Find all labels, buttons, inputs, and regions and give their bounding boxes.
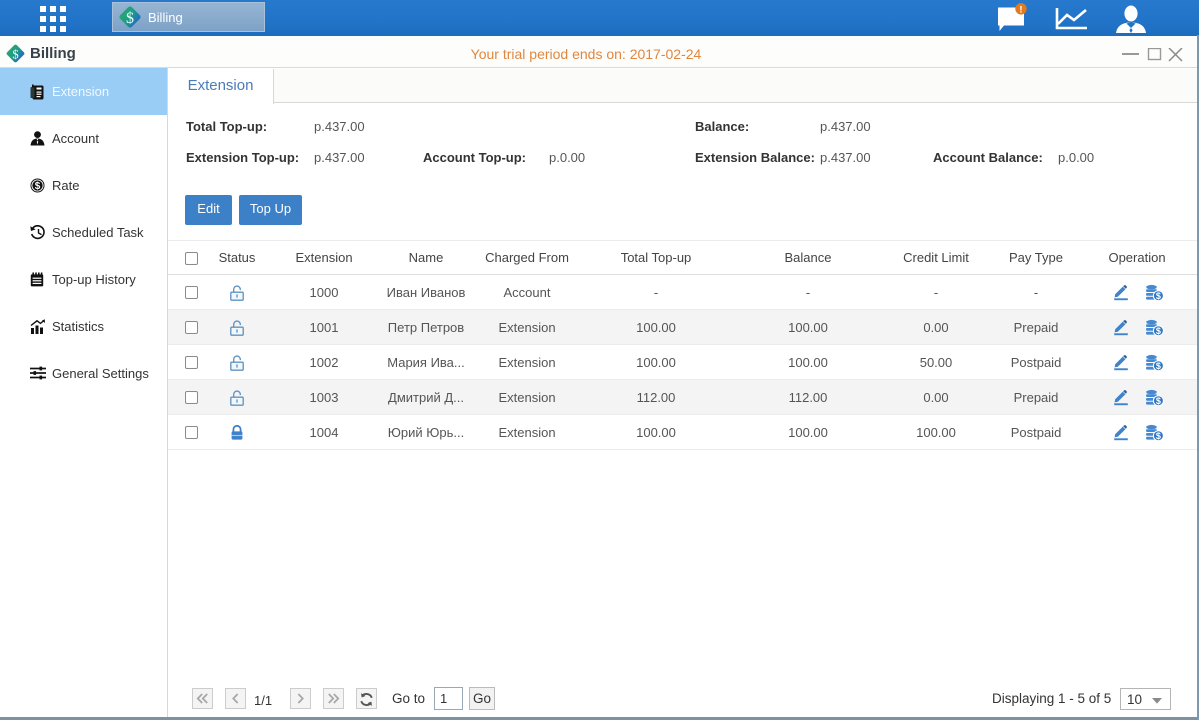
svg-text:$: $ [1156, 431, 1161, 441]
svg-text:$: $ [1156, 396, 1161, 406]
svg-text:!: ! [1019, 4, 1022, 15]
svg-text:$: $ [1156, 326, 1161, 336]
svg-text:$: $ [35, 181, 41, 192]
svg-text:$: $ [126, 10, 134, 27]
svg-text:$: $ [1156, 361, 1161, 371]
svg-text:$: $ [1156, 291, 1161, 301]
